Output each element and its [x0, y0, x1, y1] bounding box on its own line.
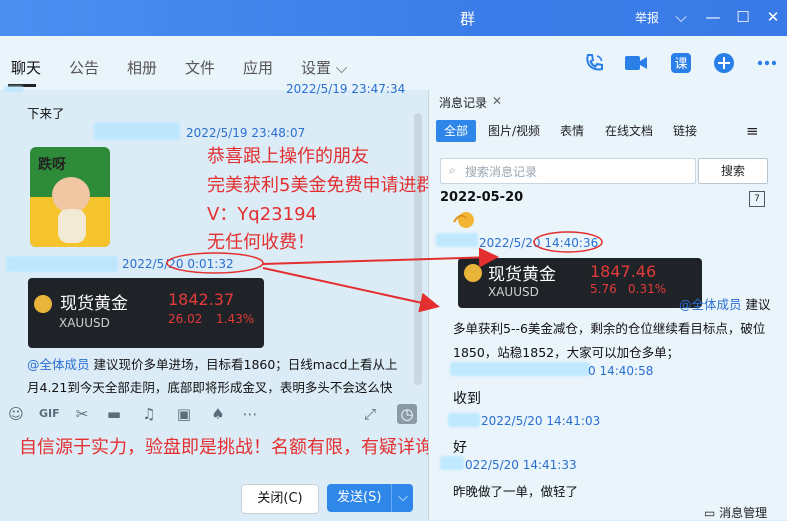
annotation-overlay — [166, 231, 603, 313]
arrow-2 — [262, 267, 440, 313]
circle-highlight-2 — [533, 231, 603, 253]
arrow-1 — [262, 247, 499, 268]
circle-highlight-1 — [166, 252, 264, 274]
